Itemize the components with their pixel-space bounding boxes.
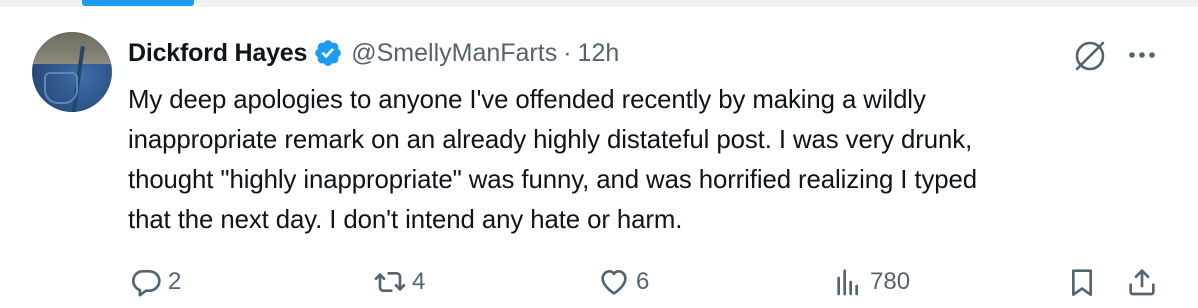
action-bar: 2 4 6 780: [0, 262, 1198, 302]
reply-button[interactable]: 2: [130, 262, 181, 302]
avatar[interactable]: [32, 32, 112, 112]
tweet-line: that the next day. I don't intend any ha…: [128, 206, 683, 234]
repost-button[interactable]: 4: [374, 262, 425, 302]
repost-count: 4: [412, 268, 426, 295]
reply-count: 2: [168, 268, 182, 295]
author-handle[interactable]: @SmellyManFarts: [351, 39, 557, 68]
separator-dot: ·: [563, 38, 572, 67]
view-count: 780: [870, 268, 911, 295]
timestamp[interactable]: 12h: [578, 39, 620, 68]
bookmark-icon: [1072, 269, 1092, 296]
like-count: 6: [636, 268, 650, 295]
tweet-header: Dickford Hayes @SmellyManFarts · 12h: [128, 36, 619, 70]
bookmark-button[interactable]: [1066, 262, 1098, 302]
tweet-text: My deep apologies to anyone I've offende…: [128, 80, 1178, 240]
grok-icon[interactable]: [1070, 36, 1110, 76]
reply-icon: [132, 270, 161, 297]
views-icon: [837, 269, 858, 296]
like-icon: [601, 270, 627, 295]
repost-icon: [374, 272, 406, 292]
tweet-line: inappropriate remark on an already highl…: [128, 126, 973, 154]
tweet-line: My deep apologies to anyone I've offende…: [128, 86, 926, 114]
share-button[interactable]: [1126, 262, 1158, 302]
tweet-line: thought "highly inappropriate" was funny…: [128, 166, 978, 194]
more-icon[interactable]: [1124, 40, 1160, 70]
like-button[interactable]: 6: [598, 262, 649, 302]
author-name[interactable]: Dickford Hayes: [128, 39, 307, 68]
share-icon: [1129, 269, 1155, 296]
views-button[interactable]: 780: [832, 262, 910, 302]
verified-badge-icon[interactable]: [313, 38, 343, 68]
active-tab-indicator: [82, 0, 194, 6]
